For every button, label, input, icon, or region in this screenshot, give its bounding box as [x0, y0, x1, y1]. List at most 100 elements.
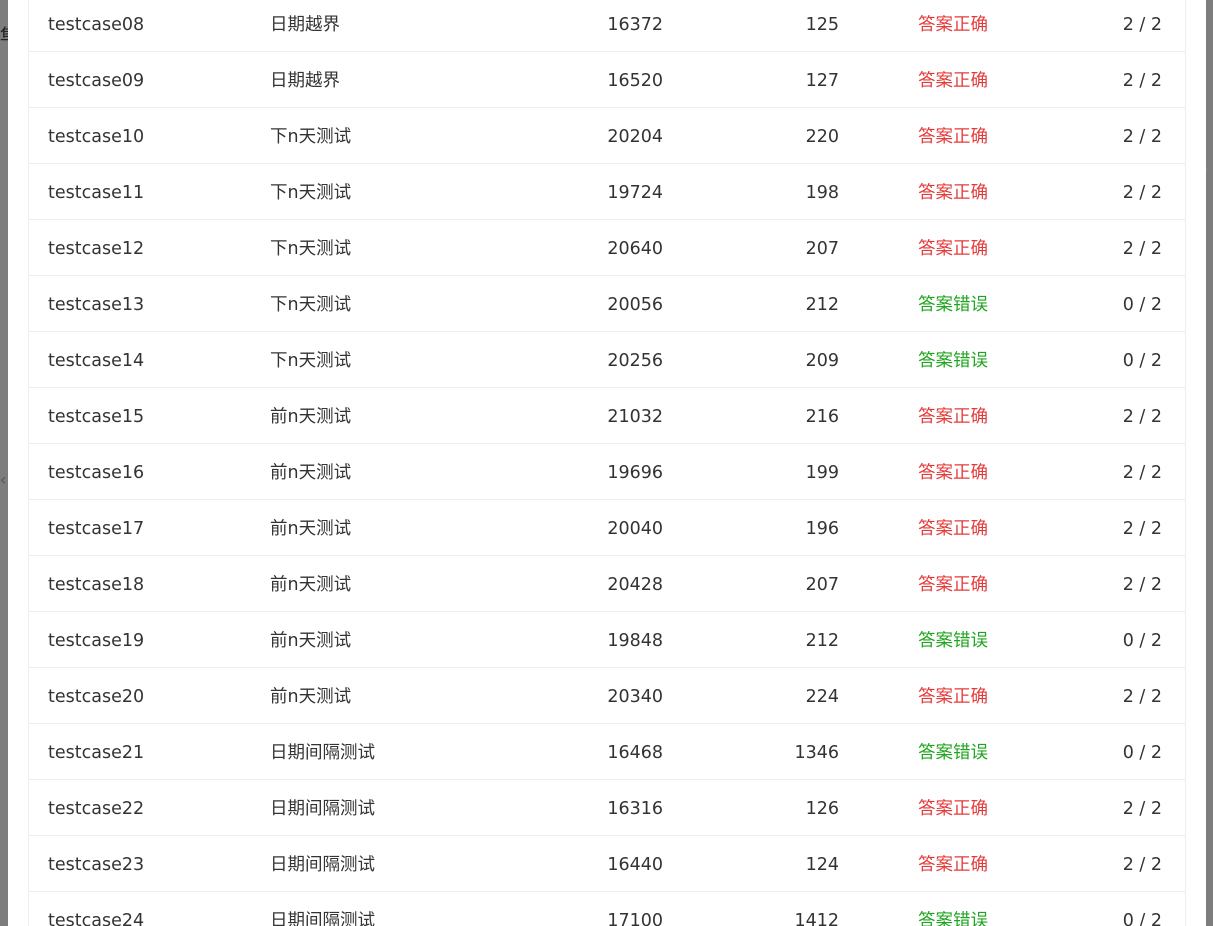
result-status-cell: 答案正确 [918, 519, 988, 539]
testcase-description-cell: 日期间隔测试 [270, 855, 375, 875]
testcase-name-cell: testcase23 [48, 855, 145, 875]
result-status-cell: 答案正确 [918, 239, 988, 259]
testcase-name-cell: testcase18 [48, 575, 145, 595]
testcase-name-cell: testcase19 [48, 631, 145, 651]
result-status-cell: 答案正确 [918, 799, 988, 819]
testcase-description-cell: 前n天测试 [270, 519, 352, 539]
score-cell: 0 / 2 [1122, 911, 1162, 926]
table-row: testcase08 日期越界 16372 125 答案正确 2 / 2 [28, 0, 1186, 52]
testcase-name-cell: testcase09 [48, 71, 145, 91]
testcase-name-cell: testcase08 [48, 15, 145, 35]
score-cell: 2 / 2 [1122, 127, 1162, 147]
memory-usage-cell: 20256 [607, 351, 663, 371]
run-time-cell: 212 [805, 295, 839, 315]
testcase-description-cell: 前n天测试 [270, 687, 352, 707]
score-cell: 0 / 2 [1122, 295, 1162, 315]
score-cell: 2 / 2 [1122, 407, 1162, 427]
memory-usage-cell: 20340 [607, 687, 663, 707]
memory-usage-cell: 16520 [607, 71, 663, 91]
run-time-cell: 1346 [794, 743, 839, 763]
testcase-name-cell: testcase20 [48, 687, 145, 707]
table-row: testcase15 前n天测试 21032 216 答案正确 2 / 2 [28, 388, 1186, 444]
run-time-cell: 198 [805, 183, 839, 203]
testcase-description-cell: 前n天测试 [270, 407, 352, 427]
table-right-border [1185, 0, 1186, 926]
score-cell: 2 / 2 [1122, 855, 1162, 875]
background-carousel-left-arrow-icon[interactable]: ‹ [0, 470, 6, 489]
memory-usage-cell: 20056 [607, 295, 663, 315]
memory-usage-cell: 16372 [607, 15, 663, 35]
testcase-description-cell: 下n天测试 [270, 127, 352, 147]
run-time-cell: 207 [805, 575, 839, 595]
testcase-description-cell: 下n天测试 [270, 295, 352, 315]
testcase-name-cell: testcase22 [48, 799, 145, 819]
memory-usage-cell: 20640 [607, 239, 663, 259]
result-status-cell: 答案错误 [918, 743, 988, 763]
testcase-description-cell: 日期间隔测试 [270, 799, 375, 819]
memory-usage-cell: 21032 [607, 407, 663, 427]
result-status-cell: 答案正确 [918, 407, 988, 427]
score-cell: 2 / 2 [1122, 71, 1162, 91]
memory-usage-cell: 19696 [607, 463, 663, 483]
result-status-cell: 答案正确 [918, 575, 988, 595]
result-status-cell: 答案错误 [918, 911, 988, 926]
table-row: testcase23 日期间隔测试 16440 124 答案正确 2 / 2 [28, 836, 1186, 892]
table-row: testcase16 前n天测试 19696 199 答案正确 2 / 2 [28, 444, 1186, 500]
testcase-description-cell: 前n天测试 [270, 631, 352, 651]
testcase-description-cell: 日期越界 [270, 15, 340, 35]
table-row: testcase22 日期间隔测试 16316 126 答案正确 2 / 2 [28, 780, 1186, 836]
table-row: testcase12 下n天测试 20640 207 答案正确 2 / 2 [28, 220, 1186, 276]
run-time-cell: 212 [805, 631, 839, 651]
run-time-cell: 126 [805, 799, 839, 819]
memory-usage-cell: 16440 [607, 855, 663, 875]
score-cell: 2 / 2 [1122, 799, 1162, 819]
testcase-description-cell: 前n天测试 [270, 575, 352, 595]
score-cell: 2 / 2 [1122, 687, 1162, 707]
testcase-description-cell: 下n天测试 [270, 239, 352, 259]
memory-usage-cell: 17100 [607, 911, 663, 926]
background-page-glyph: 隼 [0, 22, 8, 48]
testcase-description-cell: 前n天测试 [270, 463, 352, 483]
testcase-result-table: testcase08 日期越界 16372 125 答案正确 2 / 2 testcase0… [28, 0, 1186, 926]
result-status-cell: 答案正确 [918, 15, 988, 35]
testcase-description-cell: 日期间隔测试 [270, 743, 375, 763]
testcase-name-cell: testcase17 [48, 519, 145, 539]
result-status-cell: 答案正确 [918, 71, 988, 91]
memory-usage-cell: 16316 [607, 799, 663, 819]
table-row: testcase21 日期间隔测试 16468 1346 答案错误 0 / 2 [28, 724, 1186, 780]
result-status-cell: 答案正确 [918, 183, 988, 203]
run-time-cell: 224 [805, 687, 839, 707]
memory-usage-cell: 19724 [607, 183, 663, 203]
testcase-description-cell: 日期越界 [270, 71, 340, 91]
testcase-name-cell: testcase12 [48, 239, 145, 259]
result-status-cell: 答案错误 [918, 631, 988, 651]
testcase-description-cell: 下n天测试 [270, 183, 352, 203]
testcase-description-cell: 日期间隔测试 [270, 911, 375, 926]
table-row: testcase13 下n天测试 20056 212 答案错误 0 / 2 [28, 276, 1186, 332]
table-row: testcase20 前n天测试 20340 224 答案正确 2 / 2 [28, 668, 1186, 724]
result-status-cell: 答案错误 [918, 351, 988, 371]
table-row: testcase19 前n天测试 19848 212 答案错误 0 / 2 [28, 612, 1186, 668]
table-row: testcase18 前n天测试 20428 207 答案正确 2 / 2 [28, 556, 1186, 612]
testcase-result-dialog: testcase08 日期越界 16372 125 答案正确 2 / 2 testcase0… [8, 0, 1206, 926]
run-time-cell: 125 [805, 15, 839, 35]
score-cell: 0 / 2 [1122, 631, 1162, 651]
testcase-name-cell: testcase13 [48, 295, 145, 315]
memory-usage-cell: 16468 [607, 743, 663, 763]
table-row: testcase14 下n天测试 20256 209 答案错误 0 / 2 [28, 332, 1186, 388]
testcase-name-cell: testcase24 [48, 911, 145, 926]
result-status-cell: 答案错误 [918, 295, 988, 315]
run-time-cell: 124 [805, 855, 839, 875]
run-time-cell: 220 [805, 127, 839, 147]
memory-usage-cell: 20040 [607, 519, 663, 539]
testcase-name-cell: testcase16 [48, 463, 145, 483]
testcase-name-cell: testcase15 [48, 407, 145, 427]
score-cell: 0 / 2 [1122, 743, 1162, 763]
score-cell: 2 / 2 [1122, 239, 1162, 259]
result-status-cell: 答案正确 [918, 687, 988, 707]
run-time-cell: 196 [805, 519, 839, 539]
run-time-cell: 209 [805, 351, 839, 371]
table-row: testcase11 下n天测试 19724 198 答案正确 2 / 2 [28, 164, 1186, 220]
table-row: testcase09 日期越界 16520 127 答案正确 2 / 2 [28, 52, 1186, 108]
run-time-cell: 1412 [794, 911, 839, 926]
